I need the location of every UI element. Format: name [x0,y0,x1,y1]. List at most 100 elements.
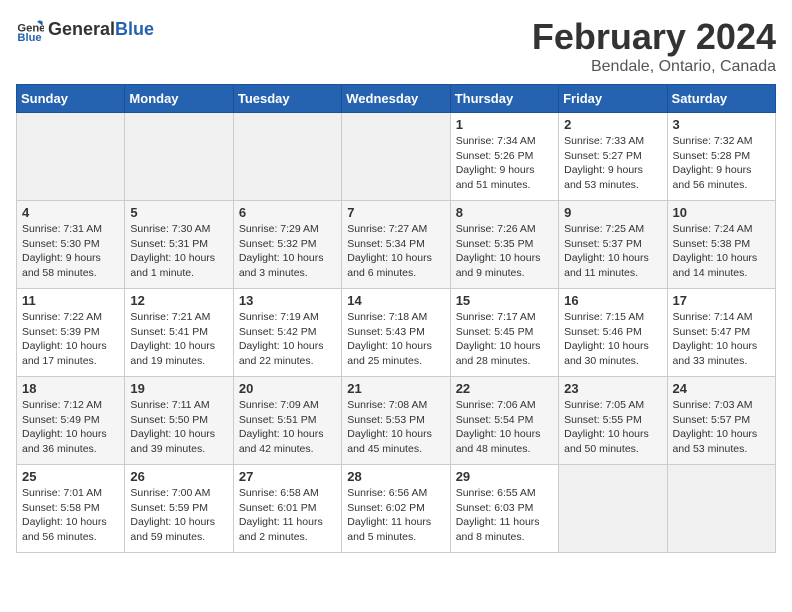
header-thursday: Thursday [450,85,558,113]
header-monday: Monday [125,85,233,113]
calendar-cell: 18 Sunrise: 7:12 AM Sunset: 5:49 PM Dayli… [17,377,125,465]
calendar-cell: 24 Sunrise: 7:03 AM Sunset: 5:57 PM Dayli… [667,377,775,465]
title-block: February 2024 Bendale, Ontario, Canada [532,16,776,76]
day-info: Sunrise: 7:24 AM Sunset: 5:38 PM Dayligh… [673,222,770,281]
calendar-cell [559,465,667,553]
day-number: 3 [673,117,770,132]
day-number: 2 [564,117,661,132]
day-info: Sunrise: 7:14 AM Sunset: 5:47 PM Dayligh… [673,310,770,369]
header-tuesday: Tuesday [233,85,341,113]
calendar-cell: 12Sunrise: 7:21 AM Sunset: 5:41 PM Dayli… [125,289,233,377]
calendar-cell: 2 Sunrise: 7:33 AM Sunset: 5:27 PM Daylig… [559,113,667,201]
day-info: Sunrise: 7:30 AM Sunset: 5:31 PM Dayligh… [130,222,227,281]
calendar-cell: 7Sunrise: 7:27 AM Sunset: 5:34 PM Daylig… [342,201,450,289]
day-number: 22 [456,381,553,396]
calendar-cell: 15 Sunrise: 7:17 AM Sunset: 5:45 PM Dayli… [450,289,558,377]
calendar-cell: 10 Sunrise: 7:24 AM Sunset: 5:38 PM Dayli… [667,201,775,289]
day-number: 5 [130,205,227,220]
day-info: Sunrise: 7:08 AM Sunset: 5:53 PM Dayligh… [347,398,444,457]
calendar-cell: 23 Sunrise: 7:05 AM Sunset: 5:55 PM Dayli… [559,377,667,465]
calendar-header-row: SundayMondayTuesdayWednesdayThursdayFrid… [17,85,776,113]
day-info: Sunrise: 7:17 AM Sunset: 5:45 PM Dayligh… [456,310,553,369]
day-number: 9 [564,205,661,220]
header-wednesday: Wednesday [342,85,450,113]
calendar-week-3: 11Sunrise: 7:22 AM Sunset: 5:39 PM Dayli… [17,289,776,377]
calendar-cell [342,113,450,201]
day-info: Sunrise: 7:05 AM Sunset: 5:55 PM Dayligh… [564,398,661,457]
day-info: Sunrise: 7:22 AM Sunset: 5:39 PM Dayligh… [22,310,119,369]
day-number: 15 [456,293,553,308]
calendar-cell: 25 Sunrise: 7:01 AM Sunset: 5:58 PM Dayli… [17,465,125,553]
calendar-cell: 21Sunrise: 7:08 AM Sunset: 5:53 PM Dayli… [342,377,450,465]
day-info: Sunrise: 7:11 AM Sunset: 5:50 PM Dayligh… [130,398,227,457]
day-info: Sunrise: 6:56 AM Sunset: 6:02 PM Dayligh… [347,486,444,545]
calendar-cell: 4Sunrise: 7:31 AM Sunset: 5:30 PM Daylig… [17,201,125,289]
day-number: 27 [239,469,336,484]
day-number: 25 [22,469,119,484]
svg-text:Blue: Blue [17,32,41,44]
day-info: Sunrise: 7:18 AM Sunset: 5:43 PM Dayligh… [347,310,444,369]
page-header: General Blue GeneralBlue February 2024 B… [16,16,776,76]
day-number: 23 [564,381,661,396]
day-info: Sunrise: 7:27 AM Sunset: 5:34 PM Dayligh… [347,222,444,281]
calendar-table: SundayMondayTuesdayWednesdayThursdayFrid… [16,84,776,553]
main-title: February 2024 [532,16,776,58]
day-number: 13 [239,293,336,308]
calendar-week-2: 4Sunrise: 7:31 AM Sunset: 5:30 PM Daylig… [17,201,776,289]
day-info: Sunrise: 7:12 AM Sunset: 5:49 PM Dayligh… [22,398,119,457]
day-info: Sunrise: 7:26 AM Sunset: 5:35 PM Dayligh… [456,222,553,281]
day-number: 26 [130,469,227,484]
day-number: 14 [347,293,444,308]
day-number: 17 [673,293,770,308]
calendar-cell [125,113,233,201]
calendar-cell: 29Sunrise: 6:55 AM Sunset: 6:03 PM Dayli… [450,465,558,553]
day-info: Sunrise: 7:06 AM Sunset: 5:54 PM Dayligh… [456,398,553,457]
day-number: 24 [673,381,770,396]
calendar-cell: 20 Sunrise: 7:09 AM Sunset: 5:51 PM Dayli… [233,377,341,465]
day-info: Sunrise: 7:33 AM Sunset: 5:27 PM Dayligh… [564,134,661,193]
day-number: 16 [564,293,661,308]
calendar-cell: 6 Sunrise: 7:29 AM Sunset: 5:32 PM Daylig… [233,201,341,289]
calendar-cell: 9 Sunrise: 7:25 AM Sunset: 5:37 PM Daylig… [559,201,667,289]
day-info: Sunrise: 7:00 AM Sunset: 5:59 PM Dayligh… [130,486,227,545]
day-number: 1 [456,117,553,132]
day-info: Sunrise: 7:29 AM Sunset: 5:32 PM Dayligh… [239,222,336,281]
day-number: 18 [22,381,119,396]
calendar-cell: 14 Sunrise: 7:18 AM Sunset: 5:43 PM Dayli… [342,289,450,377]
day-info: Sunrise: 7:15 AM Sunset: 5:46 PM Dayligh… [564,310,661,369]
day-info: Sunrise: 7:19 AM Sunset: 5:42 PM Dayligh… [239,310,336,369]
calendar-cell: 17 Sunrise: 7:14 AM Sunset: 5:47 PM Dayli… [667,289,775,377]
day-number: 29 [456,469,553,484]
calendar-cell: 22 Sunrise: 7:06 AM Sunset: 5:54 PM Dayli… [450,377,558,465]
day-number: 8 [456,205,553,220]
calendar-cell [17,113,125,201]
day-info: Sunrise: 7:32 AM Sunset: 5:28 PM Dayligh… [673,134,770,193]
day-info: Sunrise: 7:03 AM Sunset: 5:57 PM Dayligh… [673,398,770,457]
calendar-cell: 5 Sunrise: 7:30 AM Sunset: 5:31 PM Daylig… [125,201,233,289]
day-info: Sunrise: 6:58 AM Sunset: 6:01 PM Dayligh… [239,486,336,545]
location-subtitle: Bendale, Ontario, Canada [532,58,776,76]
day-number: 6 [239,205,336,220]
day-info: Sunrise: 7:31 AM Sunset: 5:30 PM Dayligh… [22,222,119,281]
calendar-cell: 1Sunrise: 7:34 AM Sunset: 5:26 PM Daylig… [450,113,558,201]
logo-text: GeneralBlue [48,20,154,40]
header-saturday: Saturday [667,85,775,113]
day-info: Sunrise: 7:25 AM Sunset: 5:37 PM Dayligh… [564,222,661,281]
calendar-cell: 27 Sunrise: 6:58 AM Sunset: 6:01 PM Dayli… [233,465,341,553]
calendar-cell: 28 Sunrise: 6:56 AM Sunset: 6:02 PM Dayli… [342,465,450,553]
calendar-cell: 26 Sunrise: 7:00 AM Sunset: 5:59 PM Dayli… [125,465,233,553]
logo-icon: General Blue [16,16,44,44]
day-info: Sunrise: 7:01 AM Sunset: 5:58 PM Dayligh… [22,486,119,545]
calendar-week-4: 18 Sunrise: 7:12 AM Sunset: 5:49 PM Dayli… [17,377,776,465]
calendar-cell: 3 Sunrise: 7:32 AM Sunset: 5:28 PM Daylig… [667,113,775,201]
day-number: 10 [673,205,770,220]
day-number: 19 [130,381,227,396]
day-number: 28 [347,469,444,484]
calendar-cell [233,113,341,201]
calendar-cell: 13 Sunrise: 7:19 AM Sunset: 5:42 PM Dayli… [233,289,341,377]
header-friday: Friday [559,85,667,113]
day-number: 20 [239,381,336,396]
calendar-cell [667,465,775,553]
day-info: Sunrise: 7:09 AM Sunset: 5:51 PM Dayligh… [239,398,336,457]
calendar-week-5: 25 Sunrise: 7:01 AM Sunset: 5:58 PM Dayli… [17,465,776,553]
